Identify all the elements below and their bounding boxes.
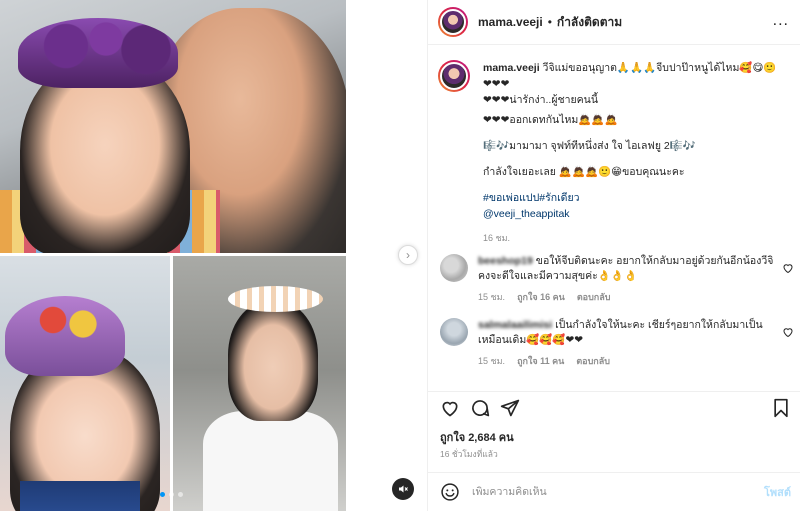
avatar[interactable]: [438, 7, 468, 37]
caption-time: 16 ชม.: [483, 233, 511, 243]
heart-icon[interactable]: [782, 262, 794, 274]
header-username[interactable]: mama.veeji: [478, 15, 543, 29]
sailor-collar: [20, 481, 140, 511]
comments-area[interactable]: mama.veeji วีจิแม่ขออนุญาต🙏🙏🙏จีบปาป๊าหนู…: [428, 46, 800, 386]
comment-input[interactable]: [472, 486, 742, 498]
carousel-dots: [160, 492, 183, 497]
comment-username[interactable]: beeshop19: [478, 255, 533, 267]
post-header: mama.veeji • กำลังติดตาม ...: [428, 0, 800, 45]
comment-likes[interactable]: ถูกใจ 16 คน: [517, 290, 565, 305]
chevron-right-icon: ›: [406, 248, 410, 262]
likes-count[interactable]: ถูกใจ 2,684 คน: [440, 428, 514, 446]
avatar[interactable]: [440, 254, 468, 282]
post-button[interactable]: โพสต์: [764, 483, 791, 501]
caption-line: ❤❤❤: [483, 78, 510, 90]
comment-username[interactable]: salmalaailimisi: [478, 319, 552, 331]
header-separator: •: [547, 15, 552, 29]
avatar[interactable]: [440, 318, 468, 346]
post-caption: mama.veeji วีจิแม่ขออนุญาต🙏🙏🙏จีบปาป๊าหนู…: [438, 60, 788, 246]
speaker-muted-icon: [399, 485, 408, 493]
following-button[interactable]: กำลังติดตาม: [557, 13, 622, 32]
photo-woman: [173, 256, 346, 511]
caption-line: ❤❤❤น่ารักง่า..ผู้ชายคนนี้: [483, 94, 599, 106]
caption-mention[interactable]: @veeji_theappitak: [483, 206, 783, 222]
pearl-tiara: [228, 286, 323, 312]
emoji-icon[interactable]: [440, 482, 460, 502]
share-icon[interactable]: [500, 398, 520, 418]
heart-icon[interactable]: [782, 326, 794, 338]
caption-hashtags[interactable]: #ขอเพ่อแปป#รักเดียว: [483, 190, 783, 206]
mute-button[interactable]: [392, 478, 414, 500]
avatar[interactable]: [438, 60, 470, 92]
more-options-button[interactable]: ...: [773, 12, 789, 30]
photo-father-daughter: [0, 0, 346, 253]
carousel-dot: [169, 492, 174, 497]
flower-hat: [5, 296, 125, 376]
comment-item: salmalaailimisi เป็นกำลังใจให้นะคะ เชียร…: [438, 318, 798, 369]
caption-line: ❤❤❤ออกเดทกันไหม🙇🙇🙇: [483, 114, 618, 126]
carousel-dot: [160, 492, 165, 497]
comment-time: 15 ชม.: [478, 292, 506, 302]
action-bar: [428, 391, 800, 421]
reply-button[interactable]: ตอบกลับ: [576, 354, 610, 369]
comment-item: beeshop19 ขอให้จีบติดนะคะ อยากให้กลับมาอ…: [438, 254, 798, 305]
caption-line: 🎼🎶มามามา จุฟท์ทีหนึ่งส่ง ใจ ไอเลฟยู 2🎼🎶: [483, 140, 696, 152]
comment-time: 15 ชม.: [478, 356, 506, 366]
caption-line: วีจิแม่ขออนุญาต🙏🙏🙏จีบปาป๊าหนูได้ไหม🥰😋🙂: [542, 62, 777, 74]
next-slide-button[interactable]: ›: [398, 245, 418, 265]
white-tshirt: [203, 411, 338, 511]
reply-button[interactable]: ตอบกลับ: [577, 290, 611, 305]
posted-time: 16 ชั่วโมงที่แล้ว: [440, 449, 498, 459]
comment-likes[interactable]: ถูกใจ 11 คน: [517, 354, 564, 369]
heart-icon[interactable]: [440, 398, 460, 418]
post-media[interactable]: ›: [0, 0, 427, 511]
woman-figure: [228, 301, 318, 421]
bookmark-icon[interactable]: [771, 398, 791, 418]
post-sidebar: mama.veeji • กำลังติดตาม ... mama.veeji …: [427, 0, 800, 511]
carousel-dot: [178, 492, 183, 497]
caption-line: กำลังใจเยอะเลย 🙇🙇🙇🙂😁ขอบคุณนะคะ: [483, 166, 685, 178]
flower-crown: [18, 18, 178, 88]
comment-icon[interactable]: [470, 398, 490, 418]
photo-child: [0, 256, 170, 511]
caption-username[interactable]: mama.veeji: [483, 62, 540, 74]
add-comment-bar: โพสต์: [428, 472, 800, 511]
